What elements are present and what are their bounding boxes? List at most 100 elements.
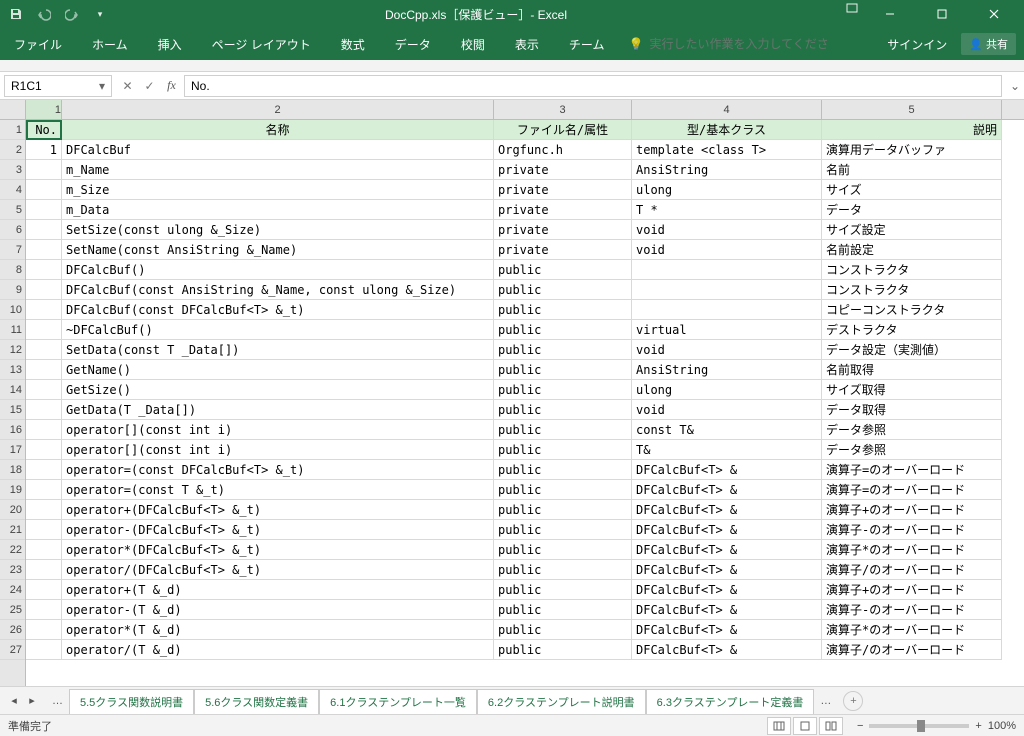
row-number[interactable]: 25 <box>0 600 25 620</box>
row-number[interactable]: 21 <box>0 520 25 540</box>
row-number[interactable]: 9 <box>0 280 25 300</box>
cell[interactable]: DFCalcBuf<T> & <box>632 620 822 640</box>
redo-icon[interactable] <box>64 6 80 22</box>
header-cell-no[interactable]: No. <box>26 120 62 140</box>
view-pagelayout-button[interactable] <box>793 717 817 735</box>
cell[interactable]: T * <box>632 200 822 220</box>
expand-formulabar-icon[interactable]: ⌄ <box>1006 79 1024 93</box>
cell[interactable]: GetData(T _Data[]) <box>62 400 494 420</box>
cell[interactable]: 演算子-のオーバーロード <box>822 600 1002 620</box>
ribbon-tab-file[interactable]: ファイル <box>8 30 68 59</box>
sheet-tab[interactable]: 6.1クラステンプレート一覧 <box>319 689 477 716</box>
header-cell-desc[interactable]: 説明 <box>822 120 1002 140</box>
cell[interactable]: SetSize(const ulong &_Size) <box>62 220 494 240</box>
cell[interactable] <box>26 600 62 620</box>
cell[interactable]: 演算子=のオーバーロード <box>822 480 1002 500</box>
ribbon-tab-data[interactable]: データ <box>389 30 437 59</box>
cell[interactable]: データ参照 <box>822 420 1002 440</box>
cell[interactable]: DFCalcBuf(const DFCalcBuf<T> &_t) <box>62 300 494 320</box>
cell[interactable]: m_Size <box>62 180 494 200</box>
cell[interactable]: public <box>494 560 632 580</box>
zoom-out-button[interactable]: − <box>857 720 863 732</box>
row-number[interactable]: 1 <box>0 120 25 140</box>
cell[interactable]: operator-(T &_d) <box>62 600 494 620</box>
tell-me[interactable]: 💡 <box>628 37 829 51</box>
cell[interactable]: public <box>494 520 632 540</box>
cell[interactable]: public <box>494 460 632 480</box>
cell[interactable] <box>26 200 62 220</box>
cell[interactable]: public <box>494 300 632 320</box>
cell[interactable]: コンストラクタ <box>822 280 1002 300</box>
cell[interactable] <box>26 260 62 280</box>
col-header[interactable]: 1 <box>26 100 62 119</box>
fx-button[interactable]: fx <box>160 75 182 97</box>
ribbon-display-icon[interactable] <box>844 0 860 16</box>
cell[interactable] <box>632 260 822 280</box>
row-number[interactable]: 2 <box>0 140 25 160</box>
cell[interactable]: private <box>494 180 632 200</box>
row-number[interactable]: 4 <box>0 180 25 200</box>
cell[interactable] <box>632 280 822 300</box>
cell[interactable] <box>26 360 62 380</box>
zoom-slider[interactable] <box>869 724 969 728</box>
cell[interactable]: DFCalcBuf() <box>62 260 494 280</box>
header-cell-name[interactable]: 名称 <box>62 120 494 140</box>
minimize-button[interactable] <box>868 0 912 28</box>
cell[interactable]: private <box>494 160 632 180</box>
cell[interactable]: public <box>494 580 632 600</box>
cell[interactable]: データ <box>822 200 1002 220</box>
cell[interactable]: 演算子/のオーバーロード <box>822 640 1002 660</box>
cancel-formula-button[interactable]: ✕ <box>116 75 138 97</box>
cell[interactable] <box>26 640 62 660</box>
row-number[interactable]: 22 <box>0 540 25 560</box>
sheet-tab[interactable]: 5.6クラス関数定義書 <box>194 689 319 716</box>
cell[interactable]: DFCalcBuf <box>62 140 494 160</box>
undo-icon[interactable] <box>36 6 52 22</box>
cell[interactable]: operator/(DFCalcBuf<T> &_t) <box>62 560 494 580</box>
cell[interactable]: サイズ <box>822 180 1002 200</box>
row-number[interactable]: 27 <box>0 640 25 660</box>
cell[interactable]: m_Data <box>62 200 494 220</box>
cell[interactable]: private <box>494 200 632 220</box>
cell[interactable]: void <box>632 340 822 360</box>
col-header[interactable]: 3 <box>494 100 632 119</box>
cell[interactable]: operator[](const int i) <box>62 420 494 440</box>
row-number[interactable]: 16 <box>0 420 25 440</box>
cell[interactable]: DFCalcBuf<T> & <box>632 460 822 480</box>
cell[interactable] <box>26 460 62 480</box>
cell[interactable]: DFCalcBuf<T> & <box>632 500 822 520</box>
cell[interactable]: DFCalcBuf<T> & <box>632 540 822 560</box>
col-header[interactable]: 5 <box>822 100 1002 119</box>
maximize-button[interactable] <box>920 0 964 28</box>
chevron-down-icon[interactable]: ▾ <box>99 79 105 93</box>
ribbon-tab-pagelayout[interactable]: ページ レイアウト <box>206 30 317 59</box>
header-cell-type[interactable]: 型/基本クラス <box>632 120 822 140</box>
cell[interactable]: AnsiString <box>632 360 822 380</box>
cell[interactable]: operator/(T &_d) <box>62 640 494 660</box>
cell[interactable] <box>26 440 62 460</box>
row-number[interactable]: 15 <box>0 400 25 420</box>
view-normal-button[interactable] <box>767 717 791 735</box>
cell[interactable]: public <box>494 320 632 340</box>
ribbon-tab-review[interactable]: 校閲 <box>455 30 491 59</box>
cell[interactable] <box>26 380 62 400</box>
cell[interactable] <box>26 220 62 240</box>
cell[interactable]: 演算子-のオーバーロード <box>822 520 1002 540</box>
cell[interactable]: public <box>494 420 632 440</box>
cell[interactable] <box>26 520 62 540</box>
row-number[interactable]: 24 <box>0 580 25 600</box>
row-number[interactable]: 14 <box>0 380 25 400</box>
signin-link[interactable]: サインイン <box>887 36 947 53</box>
cell[interactable]: public <box>494 600 632 620</box>
view-pagebreak-button[interactable] <box>819 717 843 735</box>
cell[interactable]: T& <box>632 440 822 460</box>
cell[interactable]: operator*(T &_d) <box>62 620 494 640</box>
cell[interactable]: ulong <box>632 180 822 200</box>
cell[interactable] <box>26 580 62 600</box>
cell[interactable]: operator[](const int i) <box>62 440 494 460</box>
cell[interactable]: operator+(DFCalcBuf<T> &_t) <box>62 500 494 520</box>
cell[interactable]: public <box>494 440 632 460</box>
cell[interactable] <box>26 500 62 520</box>
cell[interactable]: サイズ設定 <box>822 220 1002 240</box>
cell[interactable]: virtual <box>632 320 822 340</box>
